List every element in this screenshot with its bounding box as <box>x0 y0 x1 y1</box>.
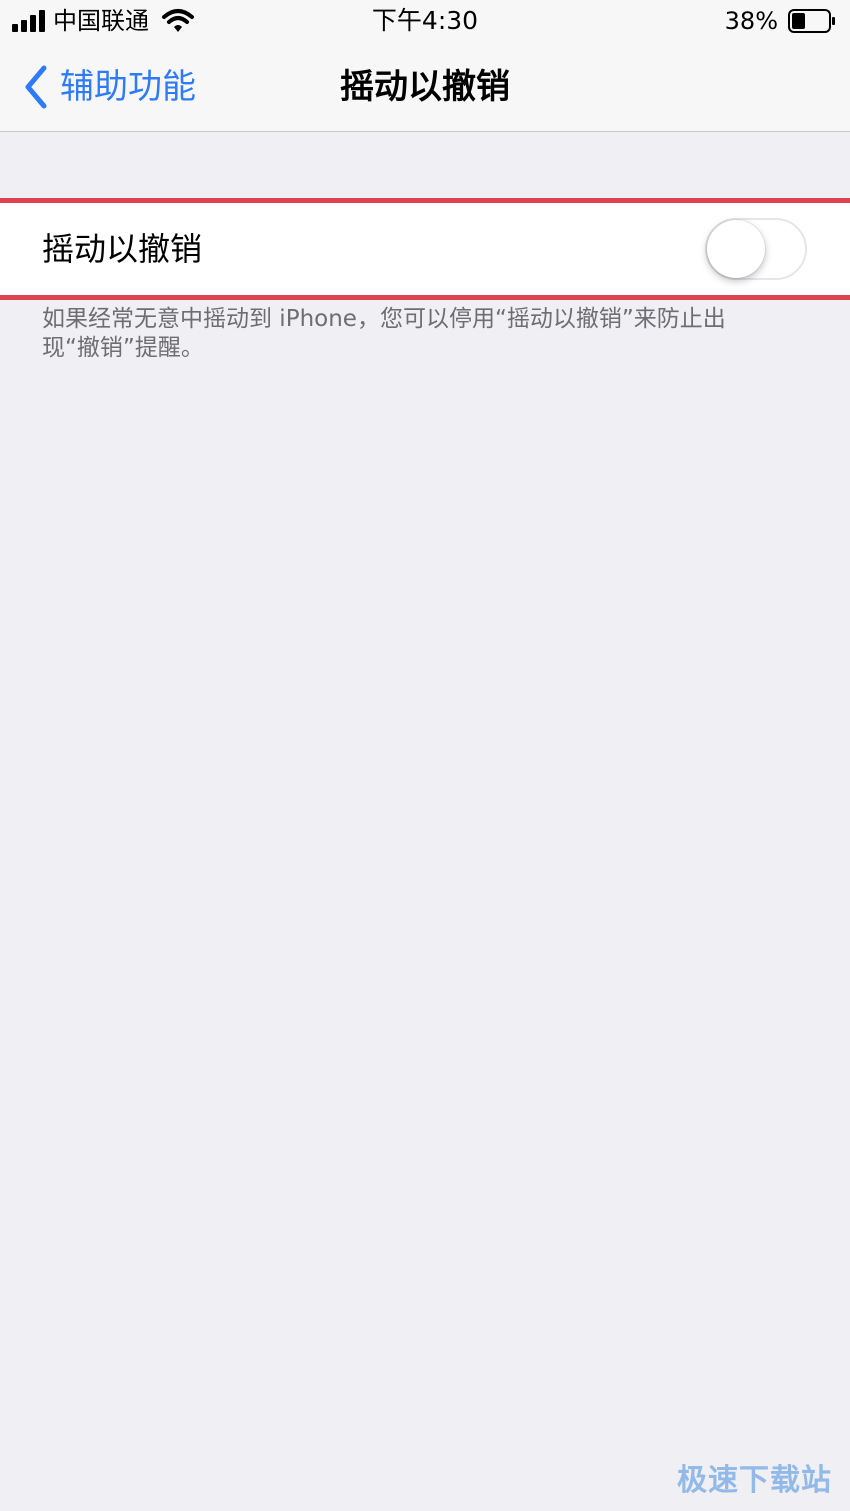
status-time: 下午4:30 <box>371 6 479 35</box>
battery-icon <box>788 9 835 33</box>
navigation-bar: 辅助功能 摇动以撤销 <box>0 44 850 132</box>
watermark-logo: 极速下载站 <box>677 1463 832 1498</box>
setting-description: 如果经常无意中摇动到 iPhone，您可以停用“摇动以撤销”来防止出现“撤销”提… <box>42 306 726 361</box>
status-bar: 中国联通 下午4:30 38% <box>0 0 850 44</box>
page-title: 摇动以撤销 <box>340 67 510 107</box>
shake-to-undo-toggle[interactable] <box>705 218 807 280</box>
shake-to-undo-label: 摇动以撤销 <box>42 230 203 268</box>
shake-to-undo-cell: 摇动以撤销 <box>0 198 850 300</box>
battery-percentage: 38% <box>724 7 778 35</box>
battery-level <box>792 13 805 29</box>
toggle-knob <box>707 220 765 278</box>
